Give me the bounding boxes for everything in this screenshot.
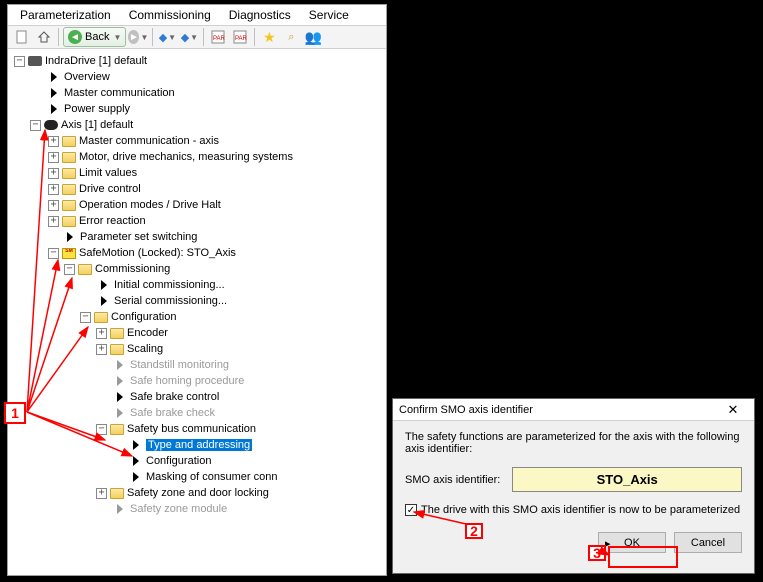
tree-node-disabled: Safe brake check [12, 405, 386, 421]
node-label: IndraDrive [1] default [45, 55, 147, 67]
tree-node[interactable]: +Master communication - axis [12, 133, 386, 149]
checkbox-checked-icon[interactable]: ✓ [405, 504, 417, 516]
toolbar-doc-icon[interactable] [12, 27, 32, 47]
tree-node-indradrive[interactable]: − IndraDrive [1] default [12, 53, 386, 69]
cancel-button[interactable]: Cancel [674, 532, 742, 553]
tree-node-powersupply[interactable]: Power supply [12, 101, 386, 117]
toolbar: ◄ Back ▼ ►▼ ◆▼ ◆▼ PAR PAR ★ ⌕ 👥 [8, 25, 386, 49]
tree-node[interactable]: +Drive control [12, 181, 386, 197]
close-icon[interactable]: ✕ [718, 402, 748, 418]
tree-node-commissioning[interactable]: −Commissioning [12, 261, 386, 277]
tree-node[interactable]: +Error reaction [12, 213, 386, 229]
tree-node[interactable]: Masking of consumer conn [12, 469, 386, 485]
chevron-down-icon: ▼ [113, 33, 121, 42]
tree-node[interactable]: Serial commissioning... [12, 293, 386, 309]
annotation-callout-1: 1 [4, 402, 26, 424]
tree-node-safemotion[interactable]: −SM SafeMotion (Locked): STO_Axis [12, 245, 386, 261]
nav-blue-icon-2[interactable]: ◆▼ [179, 27, 199, 47]
par-icon-1[interactable]: PAR [208, 27, 228, 47]
tree-node-overview[interactable]: Overview [12, 69, 386, 85]
tree-node-type-addressing[interactable]: Type and addressing [12, 437, 386, 453]
separator [203, 28, 204, 46]
tree-node-mastercomm[interactable]: Master communication [12, 85, 386, 101]
separator [254, 28, 255, 46]
parameterize-checkbox-row[interactable]: ✓ The drive with this SMO axis identifie… [405, 504, 742, 516]
back-button[interactable]: ◄ Back ▼ [63, 27, 126, 47]
checkbox-label: The drive with this SMO axis identifier … [421, 504, 740, 516]
back-arrow-icon: ◄ [68, 30, 82, 44]
people-icon[interactable]: 👥 [303, 27, 323, 47]
expand-toggle[interactable]: − [30, 120, 41, 131]
tree-node-safetybus[interactable]: −Safety bus communication [12, 421, 386, 437]
nav-blue-icon[interactable]: ◆▼ [157, 27, 177, 47]
tree-node-disabled: Safety zone module [12, 501, 386, 517]
axis-icon [43, 117, 59, 133]
tree-node[interactable]: +Operation modes / Drive Halt [12, 197, 386, 213]
ok-button[interactable]: ▸OK [598, 532, 666, 553]
menubar: Parameterization Commissioning Diagnosti… [8, 5, 386, 25]
tree-view[interactable]: − IndraDrive [1] default Overview Master… [8, 49, 386, 575]
favorite-star-icon[interactable]: ★ [259, 27, 279, 47]
tree-node-disabled: Safe homing procedure [12, 373, 386, 389]
tree-node[interactable]: Safe brake control [12, 389, 386, 405]
tree-node[interactable]: Configuration [12, 453, 386, 469]
safemotion-icon: SM [61, 245, 77, 261]
tree-node-axis[interactable]: − Axis [1] default [12, 117, 386, 133]
tree-node[interactable]: +Safety zone and door locking [12, 485, 386, 501]
tree-node[interactable]: Parameter set switching [12, 229, 386, 245]
node-label: Axis [1] default [61, 119, 133, 131]
smo-axis-identifier-field: STO_Axis [512, 467, 742, 492]
menu-service[interactable]: Service [309, 8, 349, 22]
tree-node-disabled: Standstill monitoring [12, 357, 386, 373]
svg-text:PAR: PAR [213, 36, 225, 42]
menu-parameterization[interactable]: Parameterization [20, 8, 111, 22]
tree-node[interactable]: +Encoder [12, 325, 386, 341]
annotation-callout-2: 2 [465, 523, 483, 539]
navigator-panel: Parameterization Commissioning Diagnosti… [7, 4, 387, 576]
tree-node[interactable]: +Scaling [12, 341, 386, 357]
expand-toggle[interactable]: − [14, 56, 25, 67]
separator [58, 28, 59, 46]
separator [152, 28, 153, 46]
tree-node[interactable]: +Limit values [12, 165, 386, 181]
back-label: Back [85, 31, 109, 43]
field-label: SMO axis identifier: [405, 474, 500, 486]
tree-node-configuration[interactable]: −Configuration [12, 309, 386, 325]
forward-button[interactable]: ►▼ [128, 27, 148, 47]
par-icon-2[interactable]: PAR [230, 27, 250, 47]
dialog-titlebar: Confirm SMO axis identifier ✕ [393, 399, 754, 421]
tree-node[interactable]: +Motor, drive mechanics, measuring syste… [12, 149, 386, 165]
tree-node[interactable]: Initial commissioning... [12, 277, 386, 293]
menu-diagnostics[interactable]: Diagnostics [229, 8, 291, 22]
svg-text:PAR: PAR [235, 36, 247, 42]
home-icon[interactable] [34, 27, 54, 47]
menu-commissioning[interactable]: Commissioning [129, 8, 211, 22]
binoculars-icon[interactable]: ⌕ [281, 27, 301, 47]
annotation-callout-3: 3 [588, 545, 606, 561]
dialog-intro-text: The safety functions are parameterized f… [405, 431, 742, 455]
confirm-smo-dialog: Confirm SMO axis identifier ✕ The safety… [392, 398, 755, 574]
device-icon [27, 53, 43, 69]
dialog-title: Confirm SMO axis identifier [399, 404, 533, 416]
